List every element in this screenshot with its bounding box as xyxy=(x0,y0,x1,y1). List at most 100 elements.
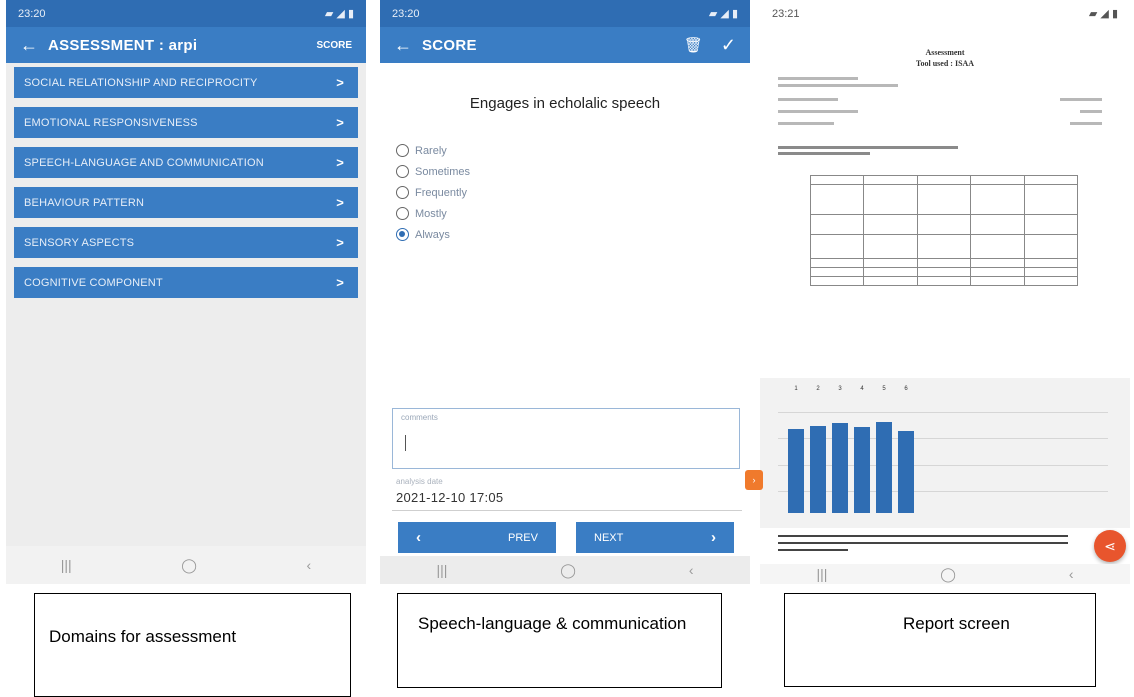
next-label: NEXT xyxy=(594,531,624,544)
android-nav-bar: ||| ◯ ‹ xyxy=(760,564,1130,584)
android-nav-bar: ||| ◯ ‹ xyxy=(380,556,750,584)
chart-bar xyxy=(788,429,804,513)
report-text-line xyxy=(1060,98,1102,101)
radio-option[interactable]: Mostly xyxy=(396,203,750,224)
score-button[interactable]: SCORE xyxy=(316,40,352,51)
report-heading: Assessment Tool used : ISAA xyxy=(760,47,1130,69)
table-row xyxy=(809,175,1079,185)
gridline xyxy=(778,464,1108,466)
bar-category-label: 3 xyxy=(838,386,842,392)
back-nav-icon[interactable]: ‹ xyxy=(1069,566,1074,582)
chevron-left-icon: ‹ xyxy=(416,529,421,546)
radio-label: Frequently xyxy=(415,186,467,199)
chevron-right-icon: > xyxy=(336,155,344,170)
side-drawer-tab[interactable]: › xyxy=(745,470,763,490)
report-text-line xyxy=(778,122,834,125)
status-bar: 23:20 ▰ ◢ ▮ xyxy=(6,0,366,27)
home-icon[interactable]: ◯ xyxy=(181,557,197,574)
analysis-date-label: analysis date xyxy=(396,477,443,486)
answer-options: Rarely Sometimes Frequently Mostly Always xyxy=(380,140,750,245)
report-table xyxy=(809,175,1079,286)
table-row xyxy=(809,267,1079,277)
domain-label: COGNITIVE COMPONENT xyxy=(24,276,163,289)
recents-icon[interactable]: ||| xyxy=(436,562,447,578)
domain-item[interactable]: EMOTIONAL RESPONSIVENESS > xyxy=(14,107,358,138)
report-text-line xyxy=(778,152,870,155)
caption-box: Domains for assessment xyxy=(34,593,351,697)
gridline xyxy=(778,490,1108,492)
report-subtitle: Tool used : ISAA xyxy=(915,59,975,68)
home-icon[interactable]: ◯ xyxy=(940,566,956,583)
radio-button[interactable] xyxy=(396,144,409,157)
back-nav-icon[interactable]: ‹ xyxy=(307,557,312,573)
radio-option[interactable]: Rarely xyxy=(396,140,750,161)
domain-item[interactable]: SOCIAL RELATIONSHIP AND RECIPROCITY > xyxy=(14,67,358,98)
radio-option[interactable]: Always xyxy=(396,224,750,245)
domain-item[interactable]: SENSORY ASPECTS > xyxy=(14,227,358,258)
chart-bar xyxy=(832,422,848,513)
status-time: 23:20 xyxy=(392,7,420,20)
report-text-line xyxy=(1070,122,1102,125)
chart-bar xyxy=(876,421,892,513)
comments-field[interactable]: comments xyxy=(392,408,740,469)
prev-button[interactable]: ‹ PREV xyxy=(398,522,556,553)
report-text-line xyxy=(778,98,838,101)
share-icon: ⋖ xyxy=(1104,537,1116,554)
comments-label: comments xyxy=(401,413,438,422)
back-arrow-icon[interactable]: ← xyxy=(20,35,48,56)
back-nav-icon[interactable]: ‹ xyxy=(689,562,694,578)
domain-item[interactable]: BEHAVIOUR PATTERN > xyxy=(14,187,358,218)
report-footnote-line xyxy=(778,542,1068,544)
android-nav-bar: ||| ◯ ‹ xyxy=(6,546,366,584)
status-time: 23:21 xyxy=(772,7,800,20)
analysis-date-value[interactable]: 2021-12-10 17:05 xyxy=(396,490,503,505)
status-icons: ▰ ◢ ▮ xyxy=(708,8,738,20)
status-bar: 23:21 ▰ ◢ ▮ xyxy=(760,0,1130,27)
domain-item[interactable]: SPEECH-LANGUAGE AND COMMUNICATION > xyxy=(14,147,358,178)
bar-category-label: 6 xyxy=(904,386,908,392)
home-icon[interactable]: ◯ xyxy=(560,562,576,579)
status-time: 23:20 xyxy=(18,7,46,20)
recents-icon[interactable]: ||| xyxy=(816,566,827,582)
report-text-line xyxy=(778,110,858,113)
domain-list: SOCIAL RELATIONSHIP AND RECIPROCITY > EMOT… xyxy=(6,63,366,311)
delete-icon[interactable]: 🗑 xyxy=(684,36,703,54)
phone-screen-domains: 23:20 ▰ ◢ ▮ ← ASSESSMENT : arpi SCORE SO… xyxy=(6,0,366,584)
radio-option[interactable]: Frequently xyxy=(396,182,750,203)
chevron-right-icon: > xyxy=(336,235,344,250)
date-underline xyxy=(392,510,742,511)
text-caret xyxy=(405,435,406,451)
recents-icon[interactable]: ||| xyxy=(61,557,72,573)
report-text-line xyxy=(778,146,958,149)
table-row xyxy=(809,184,1079,215)
bar-category-label: 2 xyxy=(816,386,820,392)
table-row xyxy=(809,234,1079,259)
table-row xyxy=(809,276,1079,286)
chevron-right-icon: > xyxy=(336,195,344,210)
report-footnote-line xyxy=(778,549,848,551)
share-button[interactable]: ⋖ xyxy=(1094,530,1126,562)
back-arrow-icon[interactable]: ← xyxy=(394,35,422,56)
radio-button[interactable] xyxy=(396,165,409,178)
radio-option[interactable]: Sometimes xyxy=(396,161,750,182)
phone-screen-score: 23:20 ▰ ◢ ▮ ← SCORE 🗑 ✓ Engages in echol… xyxy=(380,0,750,584)
bar-category-label: 1 xyxy=(794,386,798,392)
domain-label: SOCIAL RELATIONSHIP AND RECIPROCITY xyxy=(24,76,258,89)
status-bar: 23:20 ▰ ◢ ▮ xyxy=(380,0,750,27)
figure: 23:20 ▰ ◢ ▮ ← ASSESSMENT : arpi SCORE SO… xyxy=(0,0,1134,697)
caption-speech: Speech-language & communication xyxy=(418,614,687,633)
bar-category-label: 4 xyxy=(860,386,864,392)
chevron-right-icon: > xyxy=(336,275,344,290)
radio-button[interactable] xyxy=(396,207,409,220)
gridline xyxy=(778,438,1108,440)
radio-button[interactable] xyxy=(396,228,409,241)
radio-button[interactable] xyxy=(396,186,409,199)
domain-item[interactable]: COGNITIVE COMPONENT > xyxy=(14,267,358,298)
next-button[interactable]: NEXT › xyxy=(576,522,734,553)
chart-bar xyxy=(898,431,914,513)
report-text-line xyxy=(778,77,858,80)
report-text-line xyxy=(778,84,898,87)
radio-label: Sometimes xyxy=(415,165,471,178)
check-icon[interactable]: ✓ xyxy=(721,35,736,56)
status-icons: ▰ ◢ ▮ xyxy=(1088,8,1118,20)
